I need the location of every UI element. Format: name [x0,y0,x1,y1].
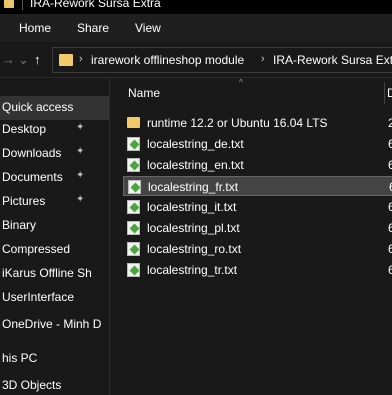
title-bar: IRA-Rework Sursa Extra [0,0,392,14]
pin-icon[interactable]: ✦ [76,170,84,181]
sort-caret-icon: ^ [239,78,243,87]
sidebar-item[interactable]: Desktop ✦ [0,118,109,142]
chevron-right-icon[interactable]: › [261,53,265,65]
sidebar-item-label: Pictures [2,194,46,208]
file-name: localestring_it.txt [147,200,237,214]
sidebar-item-label: Compressed [2,242,71,256]
breadcrumb-parent[interactable]: irarework offlineshop module [91,53,244,67]
sidebar-item[interactable]: Compressed [0,238,109,262]
file-row[interactable]: localestring_tr.txt 6 [123,260,392,280]
file-row[interactable]: localestring_en.txt 6 [123,155,392,175]
text-file-icon [128,180,141,194]
ribbon-tabs: Home Share View [0,14,392,42]
up-arrow-icon[interactable]: ↑ [34,52,41,67]
file-name: localestring_tr.txt [147,263,238,277]
title-separator [22,0,23,10]
text-file-icon [127,263,140,277]
chevron-down-icon[interactable]: ⌄ [18,52,29,68]
window-title: IRA-Rework Sursa Extra [30,0,161,10]
tab-view[interactable]: View [135,21,161,35]
file-date-modified: 6 [388,242,392,256]
folder-icon [59,54,73,66]
sidebar-item[interactable]: OneDrive - Minh D [0,313,109,337]
file-name: localestring_fr.txt [148,180,239,194]
file-row[interactable]: runtime 12.2 or Ubuntu 16.04 LTS 2 [123,113,392,133]
breadcrumb-current[interactable]: IRA-Rework Sursa Extra [273,53,392,67]
tab-share[interactable]: Share [77,21,109,35]
sidebar-item-label: iKarus Offline Sh [2,266,92,280]
file-name: runtime 12.2 or Ubuntu 16.04 LTS [147,116,328,130]
file-name: localestring_pl.txt [147,221,240,235]
text-file-icon [127,221,140,235]
sidebar-item-label: OneDrive - Minh D [2,317,102,331]
file-name: localestring_en.txt [147,158,244,172]
file-name: localestring_ro.txt [147,242,242,256]
column-header-date[interactable]: D [387,86,392,100]
sidebar-item[interactable]: Quick access [0,96,109,120]
file-row[interactable]: localestring_pl.txt 6 [123,218,392,238]
folder-icon [4,0,14,8]
file-date-modified: 6 [388,221,392,235]
text-file-icon [127,200,140,214]
pin-icon[interactable]: ✦ [76,122,84,133]
sidebar-item-label: Documents [2,170,63,184]
pin-icon[interactable]: ✦ [76,194,84,205]
folder-icon [127,117,140,128]
file-row[interactable]: localestring_it.txt 6 [123,197,392,217]
file-list: ^ Name D runtime 12.2 or Ubuntu 16.04 LT… [111,78,392,395]
column-divider[interactable] [384,82,385,104]
sidebar-item-label: Desktop [2,122,47,136]
sidebar-item-label: Quick access [2,100,74,114]
sidebar-item[interactable]: his PC [0,347,109,371]
sidebar-item-label: UserInterface [2,290,75,304]
sidebar-item[interactable]: Downloads ✦ [0,142,109,166]
file-date-modified: 6 [388,263,392,277]
sidebar-item[interactable]: iKarus Offline Sh [0,262,109,286]
file-name: localestring_de.txt [147,137,244,151]
sidebar-item-label: Downloads [2,146,62,160]
file-row[interactable]: localestring_fr.txt6 [123,176,392,196]
file-date-modified: 6 [388,200,392,214]
file-date-modified: 2 [388,116,392,130]
sidebar-item[interactable]: Pictures ✦ [0,190,109,214]
forward-arrow-icon[interactable]: → [2,52,15,67]
file-row[interactable]: localestring_ro.txt 6 [123,239,392,259]
sidebar-item[interactable]: 3D Objects [0,374,109,395]
column-header-name[interactable]: Name [128,86,160,100]
sidebar-item-label: his PC [2,351,38,365]
navigation-bar: → ⌄ ↑ › irarework offlineshop module › I… [0,42,392,78]
navigation-pane: Quick access Desktop ✦ Downloads ✦ Documents ✦… [0,78,110,395]
file-row[interactable]: localestring_de.txt 6 [123,134,392,154]
sidebar-item[interactable]: Binary [0,214,109,238]
sidebar-item[interactable]: UserInterface [0,286,109,310]
address-bar[interactable]: › irarework offlineshop module › IRA-Rew… [52,47,392,73]
file-date-modified: 6 [388,137,392,151]
sidebar-item[interactable]: Documents ✦ [0,166,109,190]
text-file-icon [127,137,140,151]
sidebar-item-label: Binary [2,218,37,232]
text-file-icon [127,158,140,172]
text-file-icon [127,242,140,256]
chevron-right-icon[interactable]: › [79,53,83,65]
file-date-modified: 6 [388,158,392,172]
sidebar-item-label: 3D Objects [2,378,62,392]
tab-home[interactable]: Home [19,21,51,35]
pin-icon[interactable]: ✦ [76,146,84,157]
